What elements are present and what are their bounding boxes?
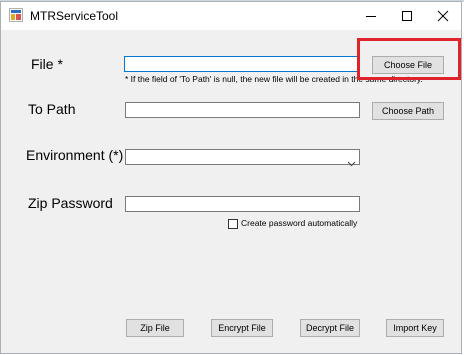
app-window-icon [9, 8, 23, 22]
file-path-input[interactable] [124, 56, 360, 72]
create-password-checkbox-label[interactable]: Create password automatically [241, 218, 357, 228]
maximize-icon [401, 10, 413, 22]
file-label: File * [31, 56, 63, 72]
to-path-label: To Path [28, 101, 76, 117]
zip-password-label: Zip Password [28, 195, 113, 211]
create-password-checkbox[interactable] [228, 219, 238, 229]
environment-select[interactable] [125, 149, 360, 167]
zip-file-button[interactable]: Zip File [126, 319, 184, 337]
zip-password-input[interactable] [125, 196, 360, 212]
import-key-button[interactable]: Import Key [386, 319, 444, 337]
minimize-icon [365, 10, 377, 22]
title-bar[interactable]: MTRServiceTool [1, 2, 461, 30]
encrypt-file-button[interactable]: Encrypt File [211, 319, 273, 337]
environment-label: Environment (*) [26, 147, 124, 163]
choose-file-button[interactable]: Choose File [372, 56, 444, 74]
close-icon [437, 10, 449, 22]
to-path-hint: * If the field of 'To Path' is null, the… [125, 74, 423, 84]
decrypt-file-button[interactable]: Decrypt File [300, 319, 360, 337]
chevron-down-icon [347, 154, 356, 172]
to-path-input[interactable] [125, 102, 360, 118]
minimize-button[interactable] [353, 2, 389, 30]
maximize-button[interactable] [389, 2, 425, 30]
app-window: MTRServiceTool File * Choose File * If t… [0, 1, 462, 354]
close-button[interactable] [425, 2, 461, 30]
window-title: MTRServiceTool [30, 9, 119, 23]
choose-path-button[interactable]: Choose Path [372, 102, 444, 120]
